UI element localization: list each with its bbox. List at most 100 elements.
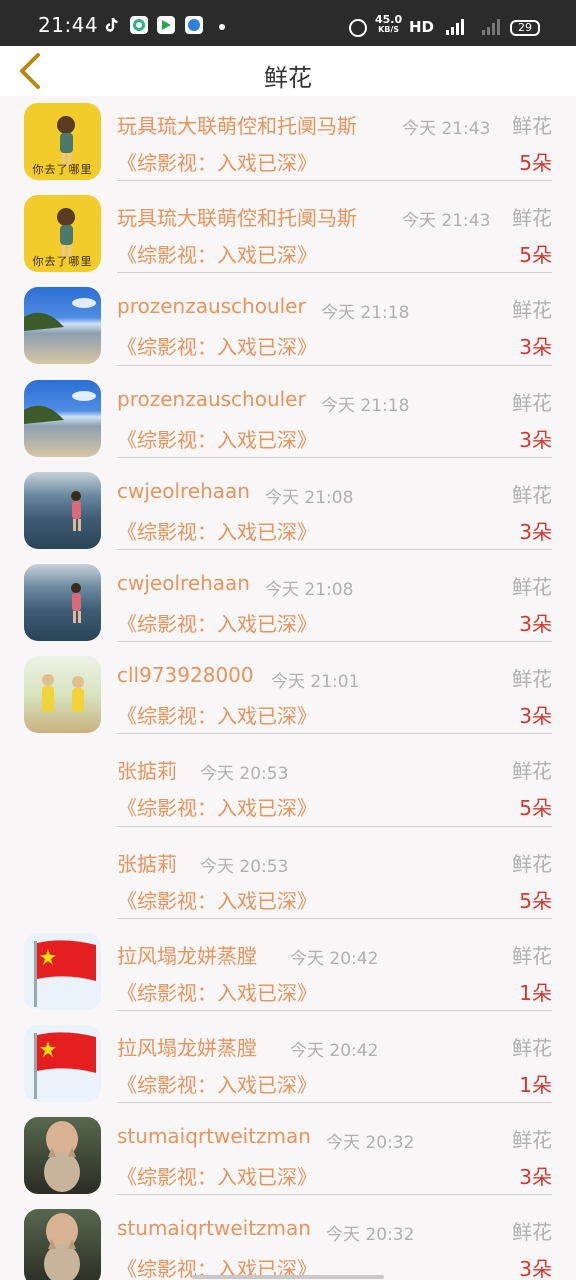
timestamp: 今天 21:43: [402, 119, 491, 139]
flag-icon: [34, 1032, 96, 1099]
timestamp: 今天 20:32: [326, 1225, 415, 1246]
divider: [117, 364, 552, 366]
book-title[interactable]: 《综影视：入戏已深》: [117, 424, 317, 453]
user-name[interactable]: 玩具琉大联萌倥和托阒马斯: [117, 202, 357, 231]
book-title[interactable]: 《综影视：入戏已深》: [117, 1069, 317, 1098]
list-item[interactable]: 张掂莉 今天 20:53 鲜花 《综影视：入戏已深》 5朵: [0, 741, 576, 833]
book-title[interactable]: 《综影视：入戏已深》: [117, 608, 317, 637]
list-item[interactable]: cwjeolrehaan 今天 21:08 鲜花 《综影视：入戏已深》 3朵: [0, 465, 576, 557]
user-name[interactable]: 拉风塌龙姘蒸膛: [117, 1032, 257, 1061]
divider: [117, 917, 552, 919]
list-item[interactable]: 拉风塌龙姘蒸膛 今天 20:42 鲜花 《综影视：入戏已深》 1朵: [0, 926, 576, 1018]
user-name[interactable]: 玩具琉大联萌倥和托阒马斯: [117, 110, 357, 139]
avatar[interactable]: [24, 656, 101, 734]
user-name[interactable]: cll973928000: [117, 663, 254, 687]
flower-count: 3朵: [519, 335, 552, 360]
gift-type: 鲜花: [512, 943, 552, 968]
user-name[interactable]: stumaiqrtweitzman: [117, 1216, 311, 1240]
avatar[interactable]: 你去了哪里: [24, 195, 101, 273]
timestamp: 今天 21:08: [265, 579, 354, 600]
user-name[interactable]: 张掂莉: [117, 755, 177, 784]
timestamp: 今天 20:42: [290, 1040, 379, 1061]
book-title[interactable]: 《综影视：入戏已深》: [117, 147, 317, 176]
status-time: 21:44: [38, 13, 99, 37]
list-item[interactable]: stumaiqrtweitzman 今天 20:32 鲜花 《综影视：入戏已深》 3朵: [0, 1202, 576, 1280]
avatar[interactable]: [24, 471, 101, 549]
tiktok-icon: [105, 17, 118, 32]
gift-type: 鲜花: [512, 114, 552, 138]
divider: [117, 641, 552, 643]
app-icon: [130, 16, 148, 34]
avatar-caption: 你去了哪里: [32, 255, 93, 269]
book-title[interactable]: 《综影视：入戏已深》: [117, 239, 317, 268]
avatar[interactable]: [24, 932, 101, 1010]
gift-type: 鲜花: [512, 390, 552, 415]
divider: [117, 272, 552, 274]
book-title[interactable]: 《综影视：入戏已深》: [117, 331, 317, 360]
book-title[interactable]: 《综影视：入戏已深》: [117, 885, 317, 914]
book-title[interactable]: 《综影视：入戏已深》: [117, 700, 317, 729]
gift-type: 鲜花: [512, 574, 552, 599]
list-item[interactable]: 你去了哪里 玩具琉大联萌倥和托阒马斯 今天 21:43 鲜花《综影视：入戏已深》 5朵: [0, 96, 576, 188]
user-name[interactable]: prozenzauschouler: [117, 294, 306, 318]
notification-dot: [219, 24, 225, 30]
list-item[interactable]: 张掂莉 今天 20:53 鲜花 《综影视：入戏已深》 5朵: [0, 834, 576, 926]
gift-type: 鲜花: [512, 298, 552, 323]
gift-type: 鲜花: [512, 206, 552, 231]
divider: [117, 1009, 552, 1011]
avatar[interactable]: [24, 563, 101, 641]
user-name[interactable]: cwjeolrehaan: [117, 571, 250, 595]
video-app-icon: [157, 16, 175, 34]
user-name[interactable]: prozenzauschouler: [117, 387, 306, 411]
timestamp: 今天 21:18: [321, 395, 410, 416]
book-title[interactable]: 《综影视：入戏已深》: [117, 1161, 317, 1190]
book-title[interactable]: 《综影视：入戏已深》: [117, 516, 317, 545]
flower-record-list[interactable]: 你去了哪里 玩具琉大联萌倥和托阒马斯 今天 21:43 鲜花 《综影视：入戏已深》 5朵你…: [0, 96, 576, 1280]
avatar[interactable]: [24, 1117, 101, 1195]
network-speed: 45.0 KB/S: [375, 13, 403, 34]
avatar[interactable]: [24, 379, 101, 457]
book-title[interactable]: 《综影视：入戏已深》: [117, 977, 317, 1006]
divider: [117, 456, 552, 458]
user-name[interactable]: 拉风塌龙姘蒸膛: [117, 940, 257, 969]
avatar: [24, 748, 101, 825]
timestamp: 今天 20:42: [290, 948, 379, 969]
list-item[interactable]: cll973928000 今天 21:01 鲜花 《综影视：入戏已深》 3朵: [0, 649, 576, 741]
flower-count: 5朵: [519, 888, 552, 913]
timestamp: 今天 21:08: [265, 487, 354, 508]
signal-icon: [446, 19, 464, 35]
flower-count: 3朵: [519, 1257, 552, 1280]
list-item[interactable]: prozenzauschouler 今天 21:18 鲜花《综影视：入戏已深》 3朵: [0, 373, 576, 465]
avatar[interactable]: [24, 1024, 101, 1102]
flower-count: 3朵: [519, 427, 552, 452]
avatar-photo: [71, 490, 81, 531]
flower-count: 5朵: [519, 151, 552, 175]
status-bar: 21:44 45.0 KB/S HD 29: [0, 0, 576, 46]
flower-count: 5朵: [519, 243, 552, 268]
divider: [117, 1102, 552, 1104]
user-name[interactable]: cwjeolrehaan: [117, 479, 250, 503]
user-name[interactable]: stumaiqrtweitzman: [117, 1124, 311, 1148]
divider: [117, 1194, 552, 1196]
list-item[interactable]: cwjeolrehaan 今天 21:08 鲜花 《综影视：入戏已深》 3朵: [0, 557, 576, 649]
title-bar: 鲜花: [0, 46, 576, 96]
gift-type: 鲜花: [512, 759, 552, 784]
book-title[interactable]: 《综影视：入戏已深》: [117, 792, 317, 821]
avatar-photo: [44, 1121, 80, 1193]
list-item[interactable]: stumaiqrtweitzman 今天 20:32 鲜花 《综影视：入戏已深》 3朵: [0, 1110, 576, 1202]
divider: [117, 825, 552, 827]
avatar[interactable]: [24, 1209, 101, 1280]
avatar[interactable]: [24, 287, 101, 365]
list-item[interactable]: 拉风塌龙姘蒸膛 今天 20:42 鲜花 《综影视：入戏已深》 1朵: [0, 1018, 576, 1110]
gift-type: 鲜花: [512, 1128, 552, 1153]
timestamp: 今天 21:43: [402, 211, 491, 232]
avatar[interactable]: 你去了哪里: [24, 103, 101, 180]
gift-type: 鲜花: [512, 482, 552, 507]
user-name[interactable]: 张掂莉: [117, 848, 177, 877]
avatar-caption: 你去了哪里: [32, 163, 93, 176]
list-item[interactable]: 你去了哪里 玩具琉大联萌倥和托阒马斯 今天 21:43 鲜花《综影视：入戏已深》 5朵: [0, 188, 576, 280]
list-item[interactable]: prozenzauschouler 今天 21:18 鲜花 《综影视：入戏已深》 3朵: [0, 280, 576, 372]
avatar-photo: [44, 1213, 80, 1280]
gift-type: 鲜花: [512, 851, 552, 876]
timestamp: 今天 20:53: [200, 764, 289, 785]
